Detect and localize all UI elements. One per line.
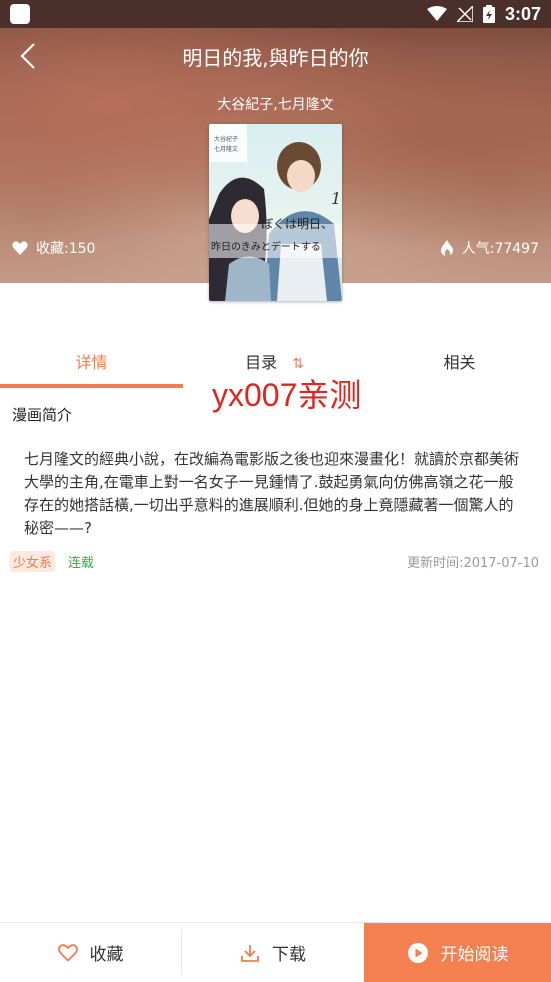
tab-details-label: 详情 [75,353,108,372]
start-reading-label: 开始阅读 [440,945,509,965]
favorite-count-label: 收藏:150 [36,241,96,257]
popularity-label: 人气:77497 [461,241,539,257]
start-reading-button[interactable]: 开始阅读 [364,923,551,982]
intro-text: 七月隆文的經典小說，在改編為電影版之後也迎來漫畫化！就讀於京都美術大學的主角,在… [24,450,520,537]
download-button[interactable]: 下载 [182,923,364,982]
favorite-button-label: 收藏 [89,945,124,965]
cover-credit-2: 七月隆文 [214,145,238,153]
back-arrow-icon[interactable] [14,38,44,74]
wifi-icon [426,6,447,21]
page-title: 明日的我,與昨日的你 [182,46,369,70]
bottom-action-bar: 收藏 下载 开始阅读 [0,922,551,982]
cover-title-1: ぼくは明日、 [261,217,333,231]
popularity: 人气:77497 [440,238,539,258]
tag-list: 少女系 连载 [10,551,97,572]
tab-related-label: 相关 [443,353,476,372]
battery-icon [482,5,495,23]
favorite-count: 收藏:150 [12,238,95,258]
app-notification-icon [10,4,30,24]
cover-title-2: 昨日のきみとデートする [211,240,321,253]
download-button-label: 下载 [272,945,306,965]
authors: 大谷紀子,七月隆文 [217,97,334,113]
heart-outline-icon [57,943,78,962]
favorite-button[interactable]: 收藏 [0,923,181,982]
tab-details[interactable]: 详情 [0,340,183,390]
tab-related[interactable]: 相关 [368,340,551,390]
play-icon [407,942,428,963]
active-tab-indicator [0,384,183,388]
cover-image[interactable]: 大谷紀子 七月隆文 1 ぼくは明日、 昨日のきみとデートする [209,124,342,301]
cover-credit-1: 大谷紀子 [214,135,238,143]
status-tag: 连载 [68,556,95,571]
download-icon [241,944,259,962]
status-bar: 3:07 [0,0,551,28]
heart-icon [12,241,28,255]
fire-icon [440,240,453,256]
update-time: 更新时间:2017-07-10 [407,556,539,571]
intro-heading: 漫画简介 [12,406,73,424]
no-signal-icon [456,6,473,22]
genre-tag[interactable]: 少女系 [10,551,56,572]
cover-volume: 1 [331,189,341,208]
clock: 3:07 [504,3,541,24]
watermark-text: yx007亲测 [212,377,362,413]
